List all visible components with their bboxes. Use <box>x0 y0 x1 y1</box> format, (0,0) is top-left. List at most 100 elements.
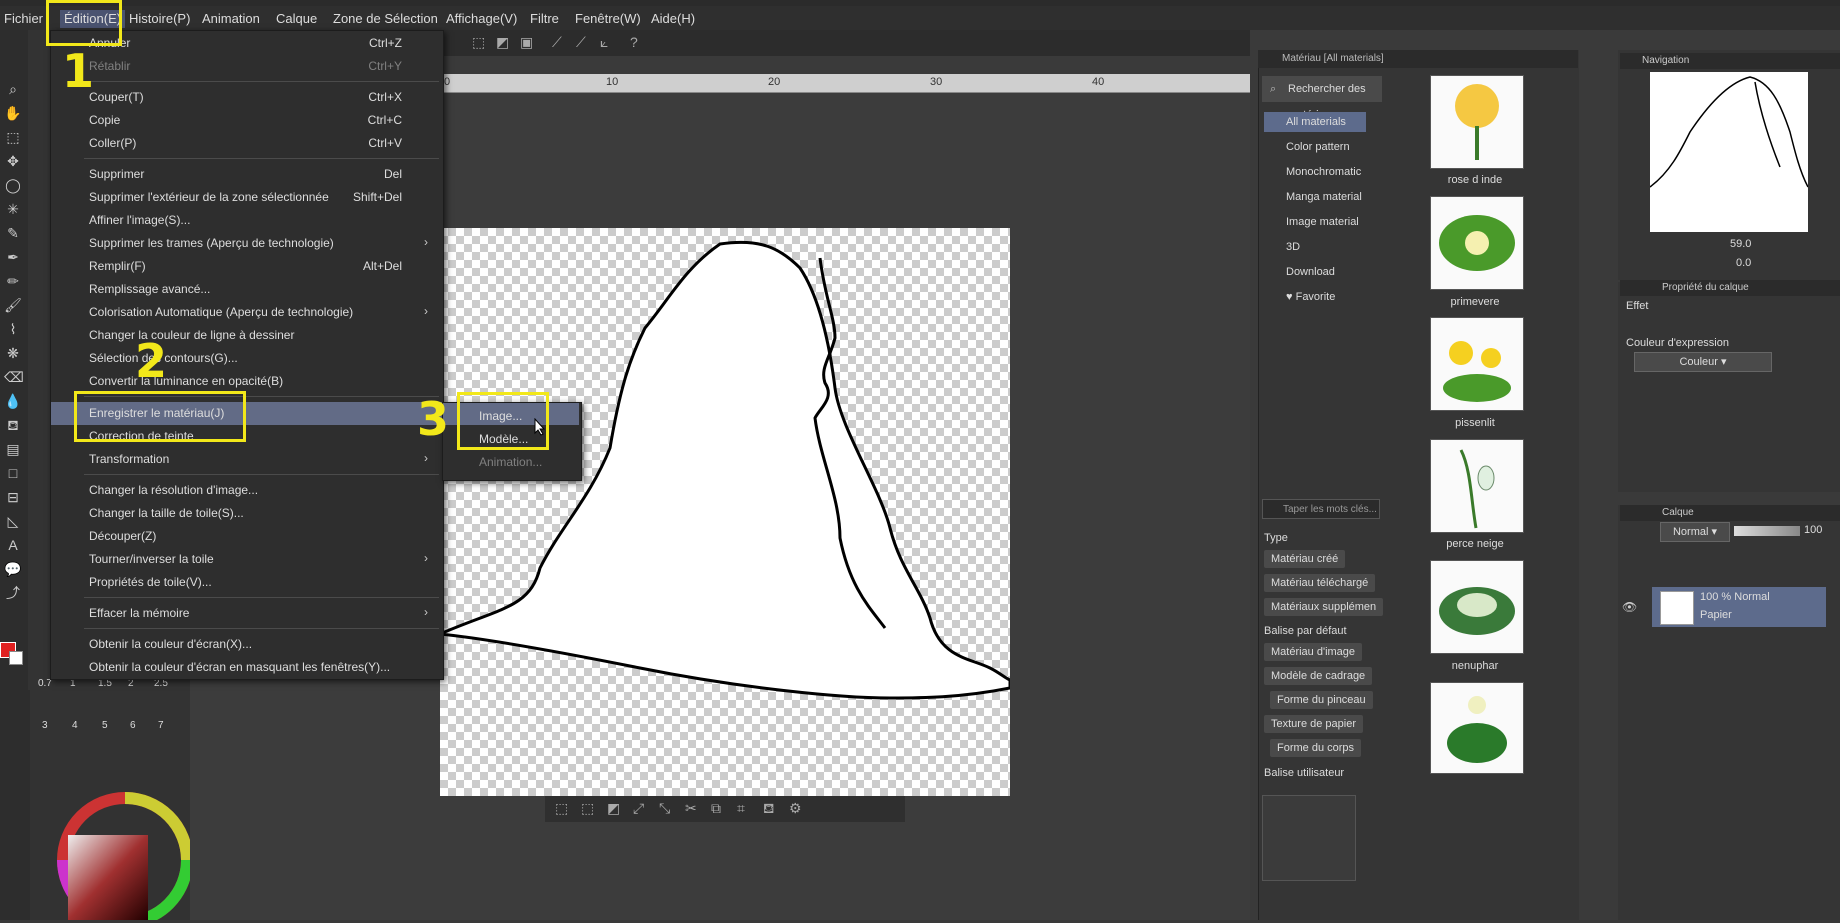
menu-affichage[interactable]: Affichage(V) <box>446 10 517 28</box>
help-icon[interactable]: ? <box>630 34 638 50</box>
opacity-value[interactable]: 100 <box>1804 524 1822 536</box>
menu-item-obtenir-couleur[interactable]: Obtenir la couleur d'écran(X)... <box>89 635 252 653</box>
menu-item-tourner-toile[interactable]: Tourner/inverser la toile <box>89 550 214 568</box>
tree-download[interactable]: Download <box>1286 262 1335 282</box>
brush-size-label[interactable]: 5 <box>102 720 108 731</box>
sub-color-swatch[interactable] <box>9 651 23 665</box>
invert-selection-icon[interactable]: ◩ <box>607 800 620 817</box>
menu-item-transformation[interactable]: Transformation <box>89 450 169 468</box>
blend-mode-select[interactable]: Normal ▾ <box>1660 522 1730 542</box>
menu-item-copie[interactable]: Copie <box>89 111 120 129</box>
menu-item-remplissage-avance[interactable]: Remplissage avancé... <box>89 280 210 298</box>
expand-selection-icon[interactable]: ⤢ <box>633 800 644 817</box>
eraser-icon[interactable]: ⌫ <box>4 368 24 386</box>
correct-line-icon[interactable]: ⤴ <box>4 584 22 602</box>
decoration-icon[interactable]: ❋ <box>4 344 22 362</box>
material-thumb-nenuphar[interactable] <box>1430 560 1524 654</box>
copy-icon[interactable]: ⧉ <box>711 800 721 817</box>
rotation-value[interactable]: 0.0 <box>1736 257 1751 269</box>
pencil-icon[interactable]: ✏ <box>4 272 22 290</box>
tag-modele-cadrage[interactable]: Modèle de cadrage <box>1264 667 1373 685</box>
menu-fichier[interactable]: Fichier <box>4 10 43 28</box>
tag-material-cree[interactable]: Matériau créé <box>1264 550 1346 568</box>
frame-icon[interactable]: ⊟ <box>4 488 22 506</box>
menu-item-couper[interactable]: Couper(T) <box>89 88 144 106</box>
menu-item-effacer-memoire[interactable]: Effacer la mémoire <box>89 604 189 622</box>
gradient-icon[interactable]: ▤ <box>4 440 22 458</box>
tag-material-telecharge[interactable]: Matériau téléchargé <box>1264 574 1376 592</box>
material-thumb-primevere[interactable] <box>1430 196 1524 290</box>
tree-manga-material[interactable]: Manga material <box>1286 187 1362 207</box>
lasso-icon[interactable]: ◯ <box>4 176 22 194</box>
move-icon[interactable]: ✥ <box>4 152 22 170</box>
ruler-icon[interactable]: ◺ <box>4 512 22 530</box>
snap-ruler-icon[interactable]: ⟋ <box>576 34 586 51</box>
operation-icon[interactable]: ⬚ <box>4 128 22 146</box>
menu-item-convertir-luminance[interactable]: Convertir la luminance en opacité(B) <box>89 372 283 390</box>
snap-icon[interactable]: ⟋ <box>552 34 562 51</box>
brush-size-label[interactable]: 3 <box>42 720 48 731</box>
settings-icon[interactable]: ⚙ <box>789 800 802 817</box>
menu-animation[interactable]: Animation <box>202 10 260 28</box>
opacity-slider[interactable] <box>1734 526 1800 536</box>
drawing-canvas[interactable] <box>434 228 1012 796</box>
menu-item-supprimer-trames[interactable]: Supprimer les trames (Aperçu de technolo… <box>89 234 334 252</box>
menu-item-proprietes-toile[interactable]: Propriétés de toile(V)... <box>89 573 212 591</box>
tag-forme-corps[interactable]: Forme du corps <box>1270 739 1362 757</box>
tree-3d[interactable]: 3D <box>1286 237 1300 257</box>
menu-zone-selection[interactable]: Zone de Sélection <box>333 10 438 28</box>
menu-item-colorisation-auto[interactable]: Colorisation Automatique (Aperçu de tech… <box>89 303 353 321</box>
menu-item-affiner-image[interactable]: Affiner l'image(S)... <box>89 211 190 229</box>
select-icon[interactable]: ⬚ <box>472 34 485 51</box>
brush-size-label[interactable]: 7 <box>158 720 164 731</box>
expression-color-select[interactable]: Couleur ▾ <box>1634 352 1772 372</box>
layer-row-papier[interactable]: 100 % Normal Papier <box>1652 587 1826 627</box>
material-thumb-rose[interactable] <box>1430 75 1524 169</box>
menu-item-remplir[interactable]: Remplir(F) <box>89 257 146 275</box>
tag-texture-papier[interactable]: Texture de papier <box>1264 715 1363 733</box>
zoom-value[interactable]: 59.0 <box>1730 238 1751 250</box>
navigator-preview[interactable] <box>1649 72 1809 232</box>
tree-color-pattern[interactable]: Color pattern <box>1286 137 1350 157</box>
menu-calque[interactable]: Calque <box>276 10 317 28</box>
eyedropper-icon[interactable]: ✎ <box>4 224 22 242</box>
magic-wand-icon[interactable]: ✳ <box>4 200 22 218</box>
snap-grid-icon[interactable]: ⟀ <box>600 34 608 51</box>
tree-all-materials[interactable]: All materials <box>1264 112 1366 132</box>
tag-materiaux-supplementaires[interactable]: Matériaux supplémen <box>1264 598 1384 616</box>
brush-size-label[interactable]: 4 <box>72 720 78 731</box>
blend-icon[interactable]: 💧 <box>4 392 22 410</box>
material-search-button[interactable]: ⌕ Rechercher des matériau <box>1262 76 1382 121</box>
menu-item-coller[interactable]: Coller(P) <box>89 134 136 152</box>
fill-icon[interactable]: ⛾ <box>4 416 22 434</box>
shrink-selection-icon[interactable]: ⤡ <box>659 800 670 817</box>
keyword-search-input[interactable]: Taper les mots clés... <box>1262 499 1380 519</box>
tree-favorite[interactable]: ♥ Favorite <box>1286 287 1335 307</box>
select-all-icon[interactable]: ⬚ <box>581 800 594 817</box>
hand-icon[interactable]: ✋ <box>4 104 22 122</box>
pen-icon[interactable]: ✒ <box>4 248 22 266</box>
deselect-icon[interactable]: ⬚ <box>555 800 568 817</box>
figure-icon[interactable]: □ <box>4 464 22 482</box>
invert-icon[interactable]: ◩ <box>496 34 509 51</box>
menu-item-supprimer[interactable]: Supprimer <box>89 165 144 183</box>
material-thumb-perce-neige[interactable] <box>1430 439 1524 533</box>
balloon-icon[interactable]: 💬 <box>4 560 22 578</box>
color-wheel[interactable] <box>30 770 193 923</box>
fill-selection-icon[interactable]: ⛾ <box>763 800 774 819</box>
text-icon[interactable]: A <box>4 536 22 554</box>
menu-item-changer-taille-toile[interactable]: Changer la taille de toile(S)... <box>89 504 244 522</box>
menu-aide[interactable]: Aide(H) <box>651 10 695 28</box>
tag-materiau-image[interactable]: Matériau d'image <box>1264 643 1363 661</box>
airbrush-icon[interactable]: ⌇ <box>4 320 22 338</box>
menu-filtre[interactable]: Filtre <box>530 10 559 28</box>
material-thumb-flowers[interactable] <box>1430 682 1524 774</box>
brush-size-label[interactable]: 6 <box>130 720 136 731</box>
clear-icon[interactable]: ✂ <box>685 800 697 817</box>
material-thumb-pissenlit[interactable] <box>1430 317 1524 411</box>
eye-icon[interactable]: 👁 <box>1622 600 1637 614</box>
menu-item-obtenir-couleur-masquant[interactable]: Obtenir la couleur d'écran en masquant l… <box>89 658 390 676</box>
menu-item-decouper[interactable]: Découper(Z) <box>89 527 156 545</box>
brush-icon[interactable]: 🖌 <box>4 296 22 314</box>
tag-forme-pinceau[interactable]: Forme du pinceau <box>1270 691 1373 709</box>
